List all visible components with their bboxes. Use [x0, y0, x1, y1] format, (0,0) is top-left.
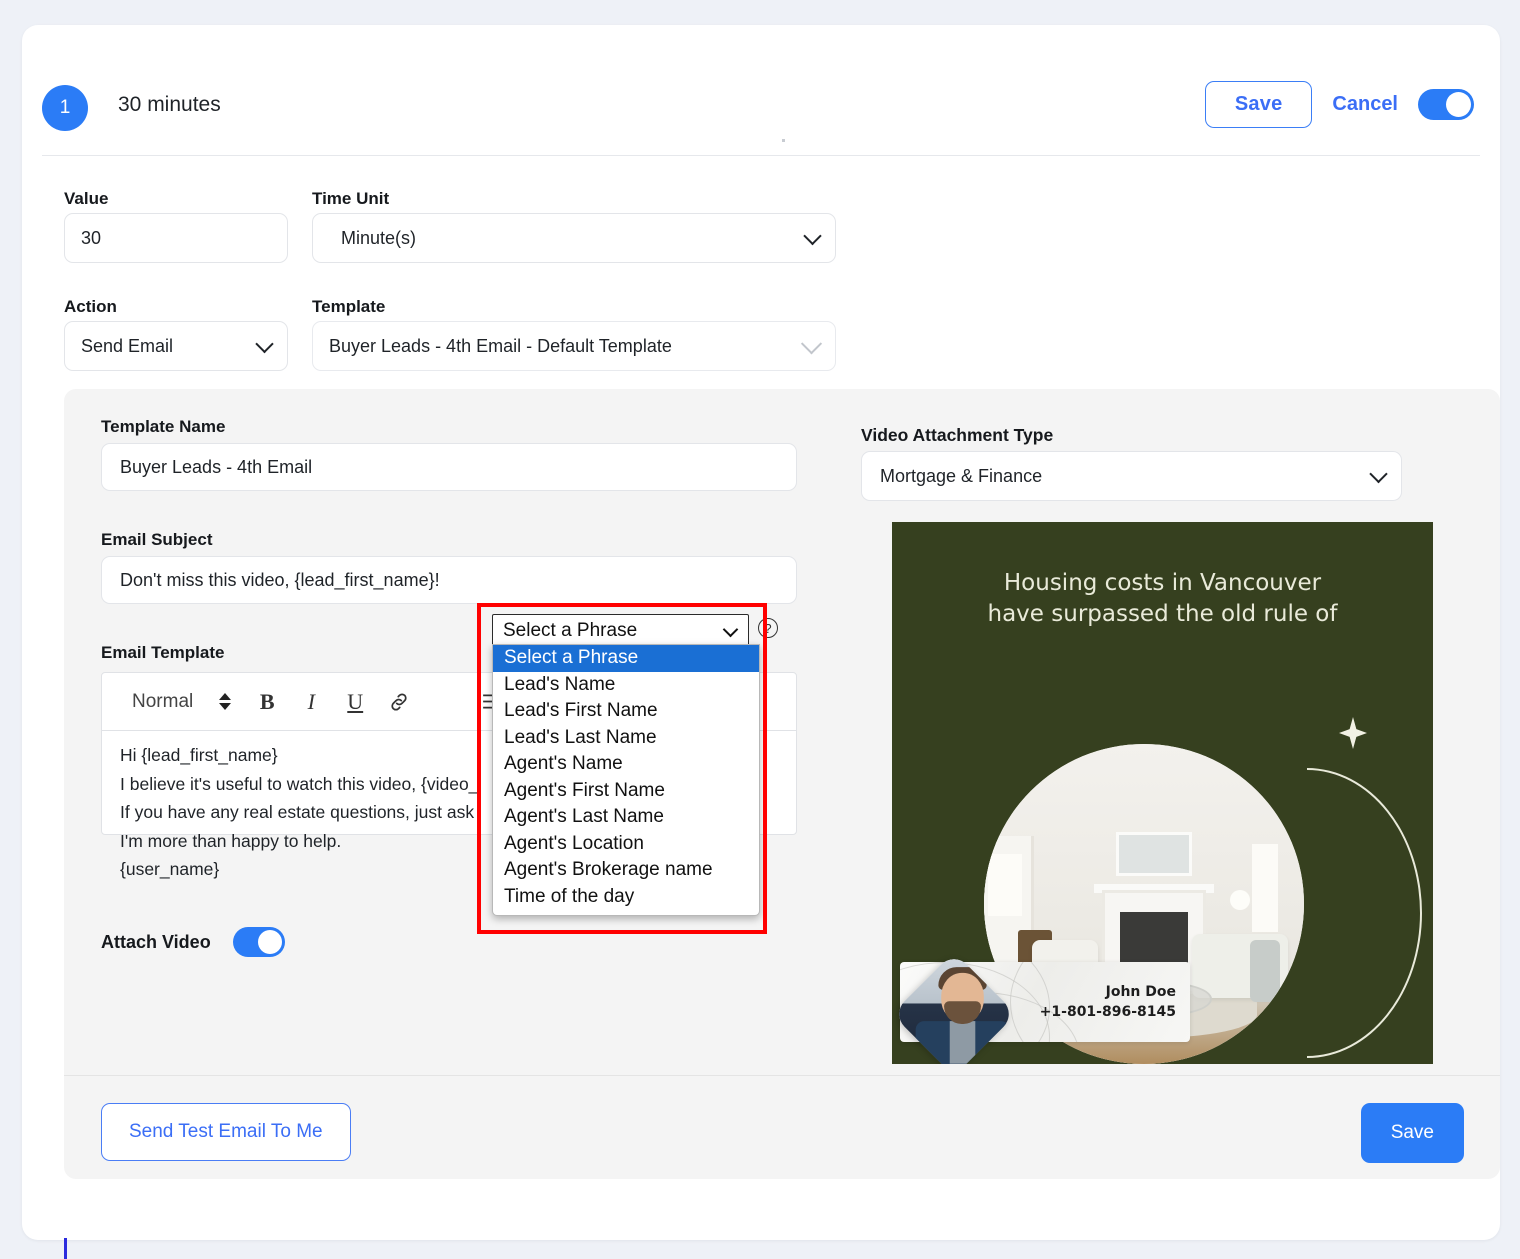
value-input[interactable]: 30 — [64, 213, 288, 263]
stepper-arrows-icon — [219, 693, 231, 710]
phrase-option-select-a-phrase[interactable]: Select a Phrase — [493, 645, 759, 672]
template-name-input[interactable]: Buyer Leads - 4th Email — [101, 443, 797, 491]
agent-phone: +1-801-896-8145 — [1040, 1004, 1176, 1020]
phrase-option-leads-last-name[interactable]: Lead's Last Name — [493, 725, 759, 752]
attach-video-label: Attach Video — [101, 932, 211, 953]
phrase-option-agents-location[interactable]: Agent's Location — [493, 831, 759, 858]
agent-name: John Doe — [1106, 984, 1176, 1000]
email-subject-input[interactable]: Don't miss this video, {lead_first_name}… — [101, 556, 797, 604]
phrase-options-list[interactable]: Select a Phrase Lead's Name Lead's First… — [492, 644, 760, 916]
video-attachment-type-label: Video Attachment Type — [861, 425, 1053, 446]
email-template-panel: Template Name Buyer Leads - 4th Email Em… — [64, 389, 1500, 1179]
phrase-option-agents-last-name[interactable]: Agent's Last Name — [493, 804, 759, 831]
format-block-select[interactable]: Normal — [114, 691, 243, 713]
toggle-knob — [1446, 92, 1471, 117]
action-select[interactable]: Send Email — [64, 321, 288, 371]
video-preview-thumbnail[interactable]: Housing costs in Vancouver have surpasse… — [892, 522, 1433, 1064]
attach-video-toggle[interactable] — [233, 927, 285, 957]
template-select[interactable]: Buyer Leads - 4th Email - Default Templa… — [312, 321, 836, 371]
send-test-email-button[interactable]: Send Test Email To Me — [101, 1103, 351, 1161]
toggle-knob — [258, 930, 282, 954]
screen-root: 1 30 minutes Save Cancel Value 30 Time U… — [0, 0, 1520, 1259]
video-headline: Housing costs in Vancouver have surpasse… — [892, 568, 1433, 630]
chevron-down-icon — [1369, 465, 1387, 483]
chevron-down-icon — [803, 227, 821, 245]
step-number-badge: 1 — [42, 85, 88, 131]
chevron-down-icon — [801, 333, 822, 354]
save-button-panel[interactable]: Save — [1361, 1103, 1464, 1163]
action-label: Action — [64, 297, 117, 317]
phrase-select-closed-value[interactable]: Select a Phrase — [492, 614, 749, 647]
video-headline-line1: Housing costs in Vancouver — [892, 568, 1433, 599]
video-headline-line2: have surpassed the old rule of — [892, 599, 1433, 630]
time-unit-value: Minute(s) — [341, 228, 416, 249]
text-cursor-caret — [64, 1238, 67, 1259]
italic-icon[interactable]: I — [291, 682, 331, 722]
cancel-button-header[interactable]: Cancel — [1332, 93, 1398, 116]
email-subject-label: Email Subject — [101, 530, 212, 550]
bold-icon[interactable]: B — [247, 682, 287, 722]
template-label: Template — [312, 297, 385, 317]
chevron-down-icon — [255, 335, 273, 353]
save-button-header[interactable]: Save — [1205, 81, 1313, 128]
time-unit-label: Time Unit — [312, 189, 389, 209]
phrase-option-agents-name[interactable]: Agent's Name — [493, 751, 759, 778]
phrase-option-time-of-the-day[interactable]: Time of the day — [493, 884, 759, 911]
sparkle-star-icon — [1339, 717, 1367, 749]
video-attachment-type-select[interactable]: Mortgage & Finance — [861, 451, 1402, 501]
header-actions: Save Cancel — [1205, 81, 1474, 128]
time-unit-select[interactable]: Minute(s) — [312, 213, 836, 263]
card-header: 1 30 minutes Save Cancel — [22, 25, 1500, 130]
email-template-label: Email Template — [101, 643, 224, 663]
action-value: Send Email — [81, 336, 173, 357]
phrase-option-agents-first-name[interactable]: Agent's First Name — [493, 778, 759, 805]
svg-text:3: 3 — [477, 705, 481, 712]
video-attachment-type-value: Mortgage & Finance — [880, 466, 1042, 487]
phrase-option-agents-brokerage-name[interactable]: Agent's Brokerage name — [493, 857, 759, 884]
phrase-selected-text: Select a Phrase — [503, 620, 637, 642]
link-icon[interactable] — [379, 682, 419, 722]
chevron-down-icon — [723, 622, 739, 638]
phrase-option-leads-first-name[interactable]: Lead's First Name — [493, 698, 759, 725]
phrase-option-leads-name[interactable]: Lead's Name — [493, 672, 759, 699]
template-value: Buyer Leads - 4th Email - Default Templa… — [329, 336, 672, 357]
panel-footer-divider — [64, 1075, 1500, 1076]
underline-icon[interactable]: U — [335, 682, 375, 722]
value-label: Value — [64, 189, 108, 209]
format-block-value: Normal — [132, 691, 193, 713]
step-title: 30 minutes — [118, 93, 221, 117]
attach-video-row: Attach Video — [101, 927, 285, 957]
template-name-label: Template Name — [101, 417, 225, 437]
step-enabled-toggle[interactable] — [1418, 89, 1474, 120]
header-divider — [42, 155, 1480, 156]
info-icon[interactable]: ? — [758, 618, 778, 638]
header-dot-marker — [782, 139, 785, 142]
